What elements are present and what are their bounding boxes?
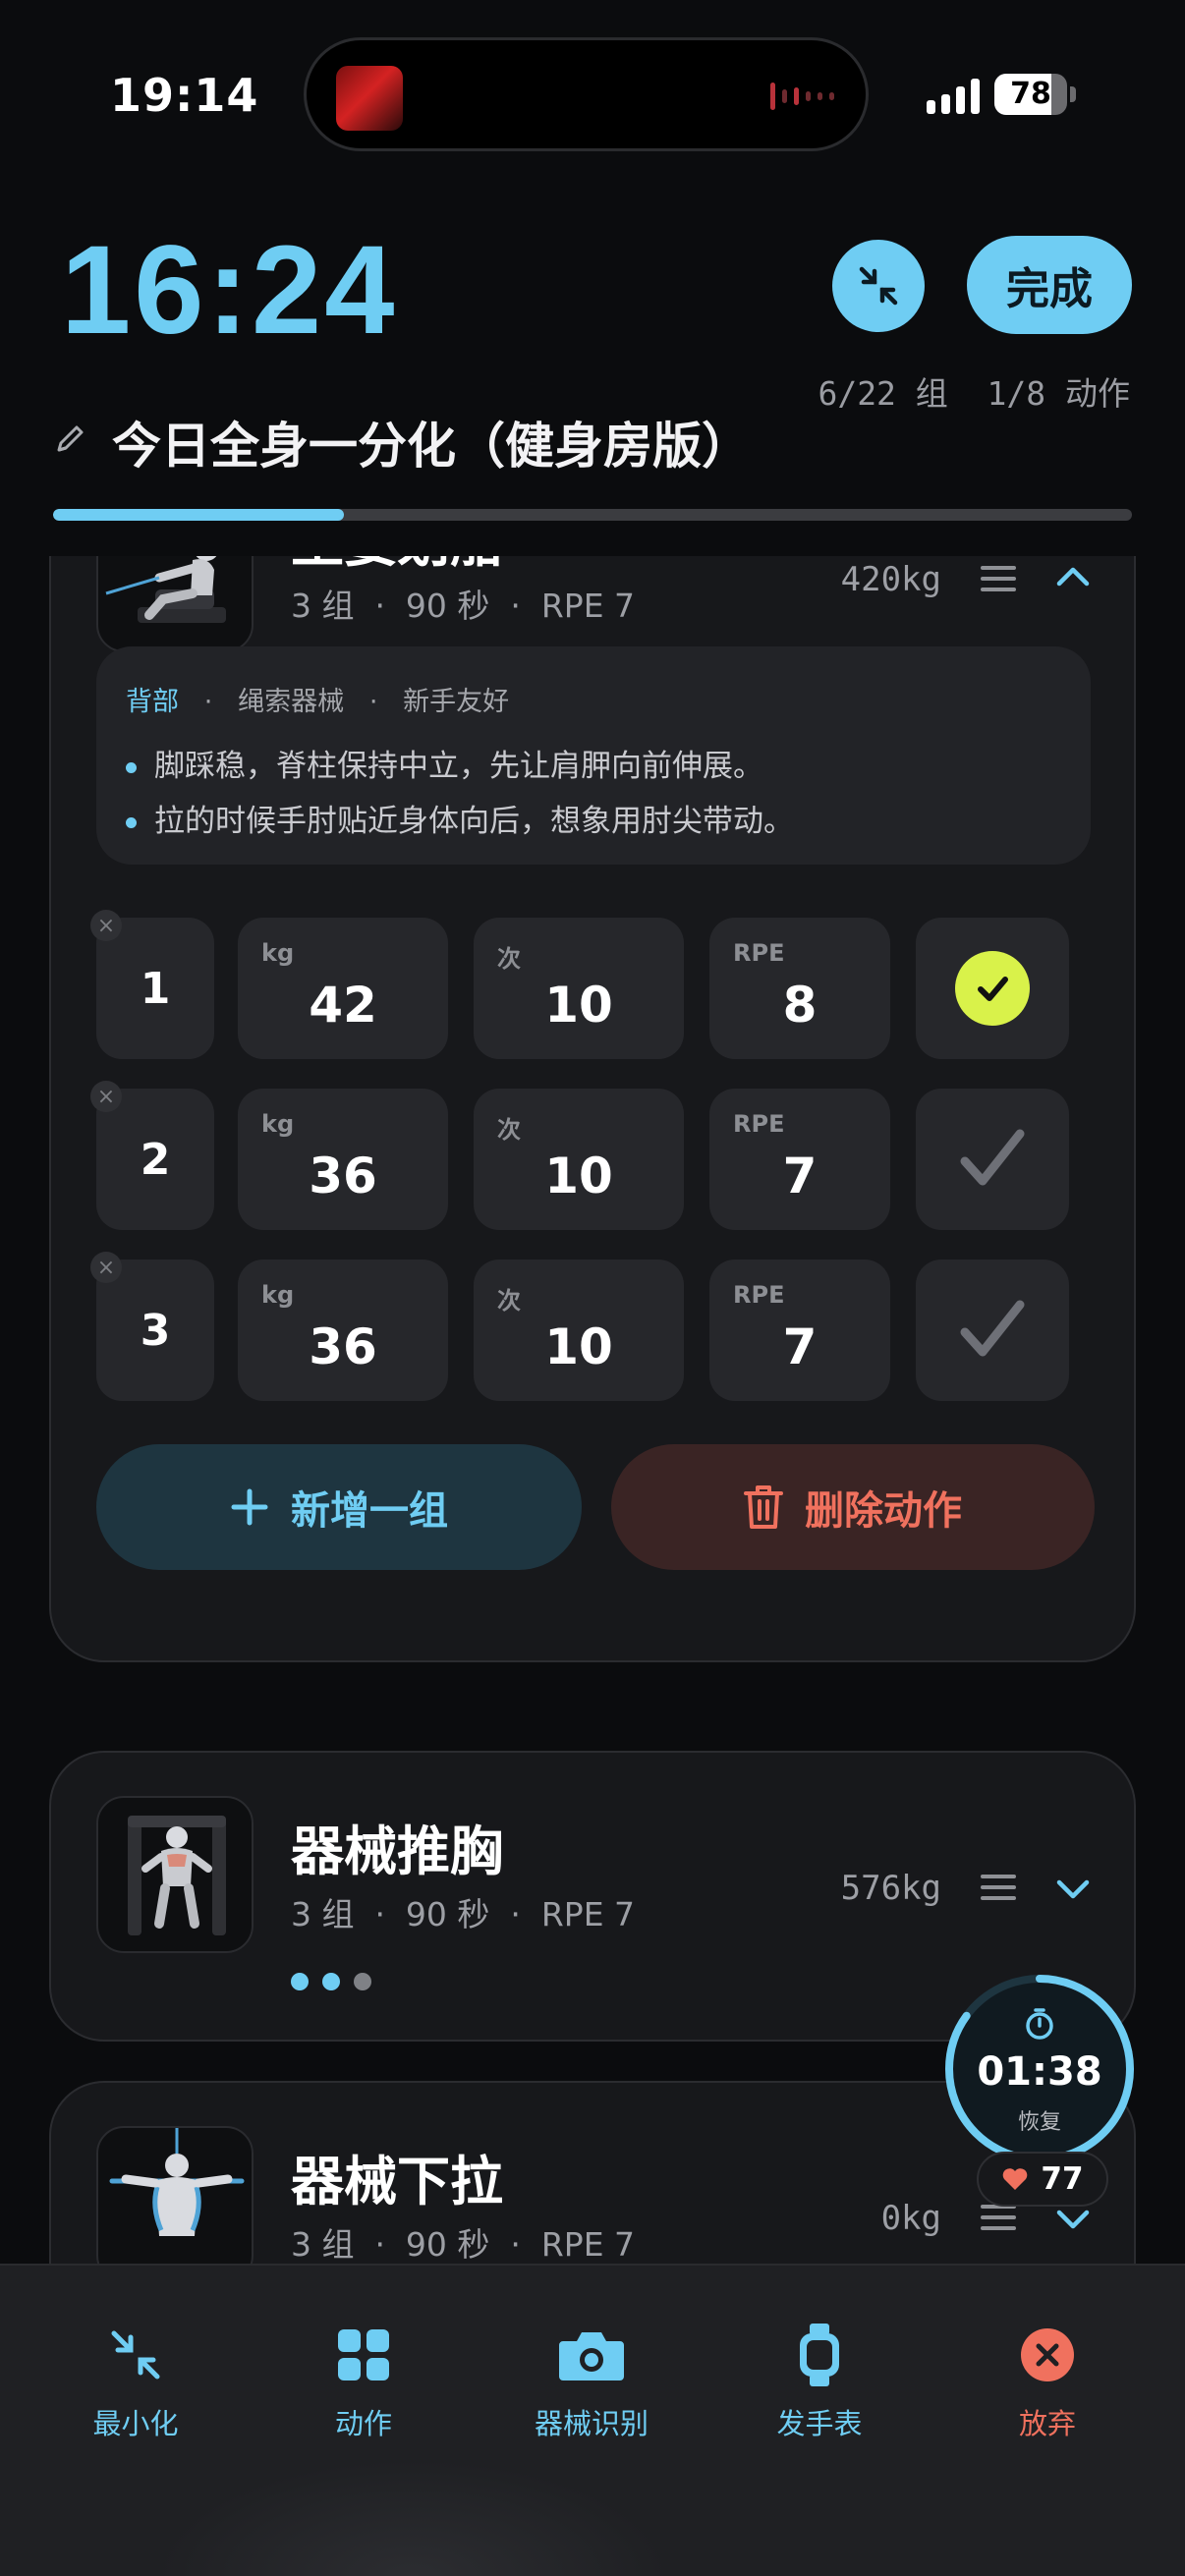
exercise-thumbnail-seated-row[interactable] [96, 556, 254, 652]
reorder-handle-icon[interactable] [981, 1875, 1016, 1907]
reps-input[interactable]: 次 10 [474, 1089, 684, 1230]
remove-set-button[interactable]: × [90, 910, 122, 941]
minimize-icon [111, 2330, 160, 2380]
checkmark-icon [960, 1300, 1025, 1357]
reps-input[interactable]: 次 10 [474, 918, 684, 1059]
rpe-input[interactable]: RPE 8 [709, 918, 890, 1059]
weight-input[interactable]: kg 42 [238, 918, 448, 1059]
rpe-input[interactable]: RPE 7 [709, 1089, 890, 1230]
watch-icon [800, 2324, 839, 2386]
nav-minimize[interactable]: 最小化 [37, 2321, 234, 2442]
set-row: 2 × kg 36 次 10 RPE 7 [90, 1081, 1089, 1230]
status-time: 19:14 [110, 69, 259, 122]
exercise-thumbnail-chest-press[interactable] [96, 1796, 254, 1953]
workout-progress-bar [53, 509, 1132, 521]
minimize-button[interactable] [832, 240, 925, 332]
tag-equipment: 绳索器械 [238, 687, 345, 717]
exercise-volume: 0kg [880, 2199, 941, 2238]
plus-icon [231, 1488, 268, 1526]
dynamic-island[interactable] [304, 37, 869, 151]
tip-item: 拉的时候手肘贴近身体向后，想象用肘尖带动。 [126, 796, 794, 840]
tip-item: 脚踩稳，脊柱保持中立，先让肩胛向前伸展。 [126, 741, 763, 785]
exercise-volume: 420kg [840, 560, 941, 599]
finish-workout-button[interactable]: 完成 [967, 236, 1132, 334]
battery-icon: 78 [994, 74, 1067, 115]
remove-set-button[interactable]: × [90, 1252, 122, 1283]
battery-level: 78 [1010, 77, 1051, 111]
trash-icon [744, 1485, 783, 1529]
heart-rate-value: 77 [1041, 2161, 1084, 2197]
now-playing-artwork [336, 66, 403, 131]
set-row: 1 × kg 42 次 10 RPE 8 [90, 910, 1089, 1059]
chest-press-figure-icon [128, 1816, 226, 1935]
audio-waveform-icon [770, 82, 834, 111]
bottom-nav: 最小化 动作 器械识别 发手表 放弃 [0, 2264, 1185, 2576]
signal-icon [927, 75, 980, 114]
complete-set-toggle[interactable] [916, 1089, 1069, 1230]
heart-icon [1003, 2168, 1028, 2190]
add-set-button[interactable]: 新增一组 [96, 1444, 582, 1570]
tag-muscle: 背部 [126, 687, 179, 717]
set-progress-dots [291, 1973, 371, 1990]
rest-timer[interactable]: 01:38 恢复 [941, 1971, 1138, 2167]
seated-row-figure-icon [105, 556, 226, 623]
nav-label: 放弃 [1018, 2407, 1076, 2440]
set-row: 3 × kg 36 次 10 RPE 7 [90, 1252, 1089, 1401]
exercise-thumbnail-lat-pulldown[interactable] [96, 2126, 254, 2264]
chevron-down-icon[interactable] [1053, 1869, 1093, 1908]
nav-exercises[interactable]: 动作 [265, 2321, 462, 2442]
nav-equipment-scan[interactable]: 器械识别 [493, 2321, 690, 2442]
progress-counts: 6/22 组 1/8 动作 [818, 374, 1130, 413]
elapsed-timer: 16:24 [61, 220, 398, 361]
reorder-handle-icon[interactable] [981, 2205, 1016, 2237]
checkmark-done-icon [955, 951, 1030, 1026]
exercise-meta: 3 组 · 90 秒 · RPE 7 [291, 1895, 636, 1933]
weight-input[interactable]: kg 36 [238, 1089, 448, 1230]
rest-time: 01:38 [977, 2049, 1102, 2095]
exercise-card-seated-row[interactable]: 坐姿划船 3 组 · 90 秒 · RPE 7 420kg 背部 · 绳索器械 … [49, 556, 1136, 1662]
nav-label: 动作 [334, 2407, 392, 2440]
nav-label: 器械识别 [534, 2407, 649, 2440]
timer-icon [1026, 2008, 1053, 2040]
camera-icon [559, 2332, 624, 2380]
collapse-arrows-icon [859, 266, 898, 306]
heart-rate-pill: 77 [977, 2152, 1108, 2207]
exercise-tags: 背部 · 绳索器械 · 新手友好 [126, 687, 510, 717]
exercise-name: 器械下拉 [291, 2151, 503, 2212]
nav-label: 最小化 [92, 2407, 179, 2440]
workout-title[interactable]: 今日全身一分化（健身房版） [112, 407, 751, 477]
exercise-tips-panel: 背部 · 绳索器械 · 新手友好 脚踩稳，脊柱保持中立，先让肩胛向前伸展。 拉的… [96, 646, 1091, 865]
exercise-volume: 576kg [840, 1869, 941, 1908]
reorder-handle-icon[interactable] [981, 566, 1016, 598]
reps-input[interactable]: 次 10 [474, 1260, 684, 1401]
checkmark-icon [960, 1129, 1025, 1186]
remove-set-button[interactable]: × [90, 1081, 122, 1112]
edit-pencil-icon[interactable] [53, 420, 88, 456]
nav-label: 发手表 [776, 2407, 863, 2440]
nav-send-to-watch[interactable]: 发手表 [721, 2321, 918, 2442]
grid-icon [338, 2329, 389, 2380]
exercise-name: 器械推胸 [291, 1820, 503, 1882]
chevron-up-icon[interactable] [1053, 558, 1093, 597]
rest-label: 恢复 [1017, 2110, 1061, 2135]
close-circle-icon [1021, 2328, 1074, 2381]
weight-input[interactable]: kg 36 [238, 1260, 448, 1401]
exercise-meta: 3 组 · 90 秒 · RPE 7 [291, 587, 636, 625]
complete-set-toggle[interactable] [916, 1260, 1069, 1401]
exercise-name: 坐姿划船 [291, 556, 503, 577]
rpe-input[interactable]: RPE 7 [709, 1260, 890, 1401]
exercise-meta: 3 组 · 90 秒 · RPE 7 [291, 2225, 636, 2264]
nav-abandon[interactable]: 放弃 [949, 2321, 1146, 2442]
tag-level: 新手友好 [403, 687, 510, 717]
lat-pulldown-figure-icon [109, 2128, 245, 2236]
delete-exercise-button[interactable]: 删除动作 [611, 1444, 1095, 1570]
complete-set-toggle[interactable] [916, 918, 1069, 1059]
